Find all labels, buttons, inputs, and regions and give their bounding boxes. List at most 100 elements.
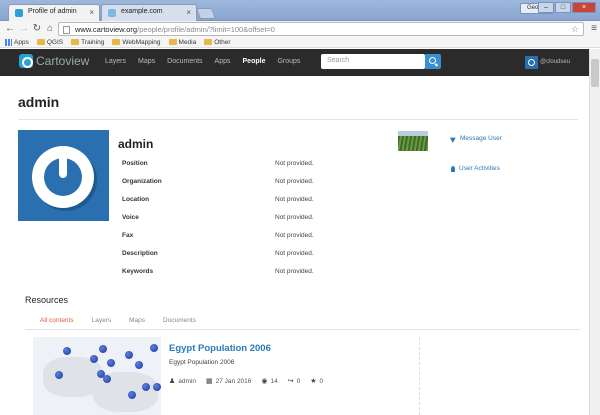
page-title: admin <box>18 94 60 110</box>
map-marker-icon <box>150 344 158 352</box>
browser-menu-icon[interactable]: ≡ <box>591 23 597 34</box>
divider <box>419 337 420 415</box>
resource-shares: 0 <box>296 377 301 385</box>
bookmark-folder-qgis[interactable]: QGIS <box>36 39 63 46</box>
back-icon[interactable]: ← <box>4 23 16 35</box>
divider <box>25 329 580 330</box>
resource-tabs: All contents Layers Maps Documents <box>40 317 214 324</box>
message-user-link[interactable]: Message User <box>449 134 502 143</box>
tab-layers[interactable]: Layers <box>92 317 112 324</box>
resource-subtitle: Egypt Population 2006 <box>169 359 235 366</box>
profile-field-row: Keywords Not provided. <box>122 268 314 275</box>
resource-owner[interactable]: admin <box>178 378 196 385</box>
activity-icon <box>451 165 455 172</box>
forward-icon[interactable]: → <box>18 23 30 35</box>
nav-groups[interactable]: Groups <box>277 58 300 65</box>
site-logo[interactable]: Cartoview <box>19 54 89 68</box>
scrollbar-thumb[interactable] <box>591 59 599 87</box>
reload-icon[interactable]: ↻ <box>31 23 43 35</box>
map-marker-icon <box>125 351 133 359</box>
tab-documents[interactable]: Documents <box>163 317 196 324</box>
resource-rating: 0 <box>319 377 324 385</box>
map-marker-icon <box>128 391 136 399</box>
site-favicon-icon <box>108 9 116 17</box>
bookmark-folder-other[interactable]: Other <box>204 39 231 46</box>
folder-icon <box>36 39 45 45</box>
site-navbar: Cartoview Layers Maps Documents Apps Peo… <box>0 49 589 76</box>
browser-tab-active[interactable]: Profile of admin × <box>8 4 100 21</box>
share-icon: ↪ <box>287 378 294 385</box>
resource-thumbnail[interactable] <box>398 131 428 151</box>
close-tab-icon[interactable]: × <box>186 8 191 17</box>
bookmark-folder-media[interactable]: Media <box>168 39 196 46</box>
new-tab-button[interactable] <box>195 8 217 19</box>
map-marker-icon <box>90 355 98 363</box>
nav-documents[interactable]: Documents <box>167 58 202 65</box>
page-icon <box>63 26 70 34</box>
tab-maps[interactable]: Maps <box>129 317 145 324</box>
folder-icon <box>71 39 80 45</box>
map-marker-icon <box>63 347 71 355</box>
resource-date: 27 Jan 2016 <box>215 377 252 385</box>
home-icon[interactable]: ⌂ <box>44 23 56 35</box>
resource-views: 14 <box>270 377 278 385</box>
bookmark-folder-training[interactable]: Training <box>71 39 104 46</box>
tab-all-contents[interactable]: All contents <box>40 317 74 324</box>
site-favicon-icon <box>15 9 23 17</box>
nav-apps[interactable]: Apps <box>215 58 231 65</box>
profile-field-row: Location Not provided. <box>122 196 314 203</box>
folder-icon <box>168 39 177 45</box>
user-avatar[interactable] <box>525 56 538 69</box>
map-marker-icon <box>153 383 161 391</box>
page-scrollbar[interactable] <box>589 49 600 415</box>
maximize-icon[interactable]: □ <box>555 2 571 13</box>
map-marker-icon <box>103 375 111 383</box>
cartoview-logo-icon <box>19 54 33 68</box>
search-button[interactable] <box>425 54 441 69</box>
bookmark-apps[interactable]: Apps <box>5 38 29 46</box>
close-window-icon[interactable]: × <box>572 2 596 13</box>
map-marker-icon <box>135 361 143 369</box>
nav-maps[interactable]: Maps <box>138 58 155 65</box>
map-marker-icon <box>99 345 107 353</box>
bookmark-folder-webmapping[interactable]: WebMapping <box>112 39 161 46</box>
nav-layers[interactable]: Layers <box>105 58 126 65</box>
resource-title-link[interactable]: Egypt Population 2006 <box>169 343 271 354</box>
url-path: /people/profile/admin/?limit=100&offset=… <box>137 25 275 34</box>
user-activities-link[interactable]: User Activities <box>451 165 500 172</box>
resource-meta: ♟ admin ▦ 27 Jan 2016 ◉ 14 ↪ 0 ★ 0 <box>169 377 333 386</box>
map-marker-icon <box>107 359 115 367</box>
browser-tabstrip: Profile of admin × example.com × George … <box>0 0 600 21</box>
tab-title: Profile of admin <box>28 8 77 15</box>
resources-heading: Resources <box>25 295 69 305</box>
window-controls: – □ × <box>538 2 596 13</box>
divider <box>18 119 578 120</box>
logo-text: Cartoview <box>36 54 90 68</box>
bookmark-star-icon[interactable]: ☆ <box>571 24 579 35</box>
resource-map-thumbnail[interactable] <box>33 337 161 415</box>
apps-grid-icon <box>5 38 12 46</box>
profile-field-row: Description Not provided. <box>122 250 314 257</box>
url-host: www.cartoview.org <box>75 25 138 34</box>
calendar-icon: ▦ <box>206 378 213 385</box>
map-marker-icon <box>142 383 150 391</box>
power-logo-icon <box>32 146 94 208</box>
profile-field-row: Position Not provided. <box>122 160 314 167</box>
minimize-icon[interactable]: – <box>538 2 554 13</box>
search-input[interactable]: Search <box>321 54 425 69</box>
nav-people[interactable]: People <box>243 58 266 65</box>
profile-field-row: Voice Not provided. <box>122 214 314 221</box>
browser-tab[interactable]: example.com × <box>101 4 197 21</box>
address-bar[interactable]: www.cartoview.org/people/profile/admin/?… <box>58 22 584 36</box>
profile-field-row: Organization Not provided. <box>122 178 314 185</box>
close-tab-icon[interactable]: × <box>89 8 94 17</box>
user-menu[interactable]: @cloudseu <box>540 59 570 65</box>
bookmarks-bar: Apps QGIS Training WebMapping Media Othe… <box>0 37 600 48</box>
browser-toolbar: ← → ↻ ⌂ www.cartoview.org/people/profile… <box>0 21 600 37</box>
folder-icon <box>112 39 121 45</box>
user-icon: ♟ <box>169 378 176 385</box>
profile-name: admin <box>118 137 154 151</box>
send-icon <box>449 134 458 143</box>
folder-icon <box>204 39 213 45</box>
profile-avatar <box>18 130 109 221</box>
